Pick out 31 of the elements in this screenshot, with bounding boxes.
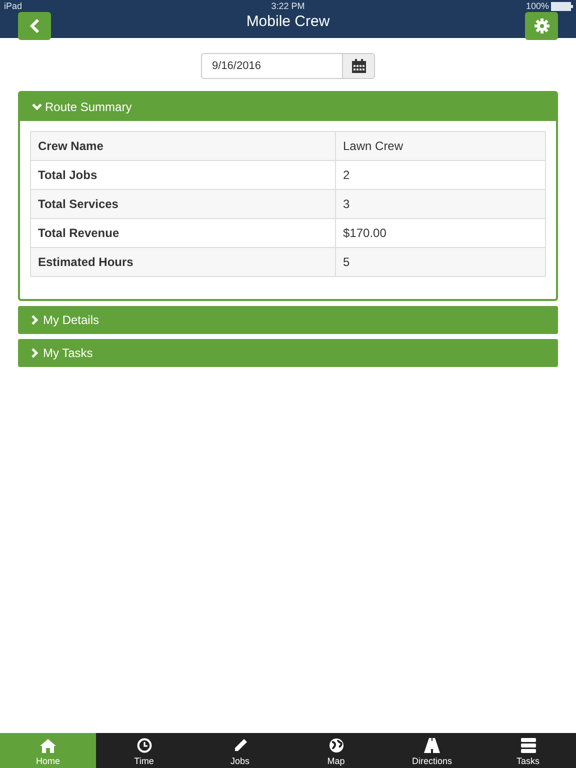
clock-icon bbox=[136, 738, 152, 753]
tab[interactable]: Tasks bbox=[480, 733, 576, 768]
table-cell: Total Services bbox=[30, 190, 336, 218]
battery-icon bbox=[551, 2, 573, 10]
back-button[interactable] bbox=[18, 12, 51, 40]
table-cell: 5 bbox=[336, 248, 546, 276]
calendar-icon bbox=[352, 59, 366, 73]
settings-button[interactable] bbox=[525, 12, 558, 40]
date-field[interactable]: 9/16/2016 bbox=[201, 53, 343, 79]
window-title: Mobile Crew bbox=[246, 12, 330, 30]
table-cell: 3 bbox=[336, 190, 546, 218]
pencil-icon bbox=[232, 738, 248, 753]
settings-icon bbox=[534, 18, 550, 34]
table-cell: Estimated Hours bbox=[30, 248, 336, 276]
chevron-down-icon bbox=[32, 103, 42, 111]
tab[interactable]: Jobs bbox=[192, 733, 288, 768]
table-cell: Crew Name bbox=[30, 132, 336, 160]
status-time: 3:22 PM bbox=[271, 1, 305, 11]
calendar-button[interactable] bbox=[343, 53, 375, 79]
tab[interactable]: Time bbox=[96, 733, 192, 768]
device-label: iPad bbox=[4, 1, 22, 11]
road-icon bbox=[424, 738, 440, 753]
battery-percent: 100% bbox=[526, 1, 549, 11]
chevron-down-icon bbox=[31, 348, 39, 358]
chevron-left-icon bbox=[30, 19, 40, 33]
home-icon bbox=[40, 739, 56, 753]
tab[interactable]: Map bbox=[288, 733, 384, 768]
tab[interactable]: Directions bbox=[384, 733, 480, 768]
server-icon bbox=[520, 738, 536, 753]
chevron-down-icon bbox=[31, 315, 39, 325]
table-cell: Lawn Crew bbox=[336, 132, 546, 160]
